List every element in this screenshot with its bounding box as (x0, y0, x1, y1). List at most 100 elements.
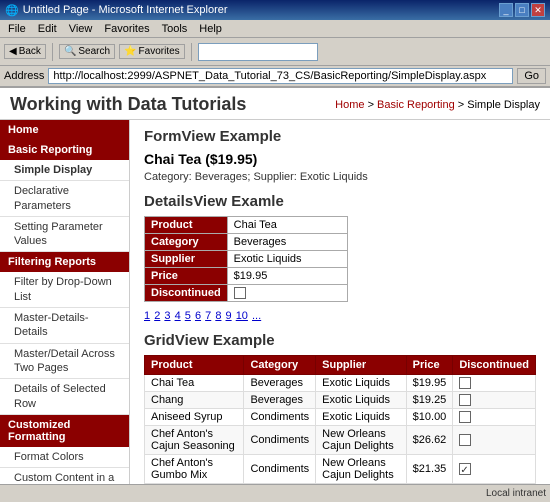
pager-link-5[interactable]: 5 (185, 310, 191, 322)
grid-supplier: New Orleans Cajun Delights (316, 455, 407, 484)
pager-link-6[interactable]: 6 (195, 310, 201, 322)
grid-category: Condiments (244, 426, 316, 455)
grid-price: $19.95 (406, 375, 453, 392)
grid-supplier: Exotic Liquids (316, 409, 407, 426)
menu-file[interactable]: File (2, 22, 32, 36)
menu-favorites[interactable]: Favorites (98, 22, 155, 36)
grid-discontinued-checkbox (459, 377, 471, 389)
details-label-supplier: Supplier (145, 251, 228, 268)
grid-price: $21.35 (406, 455, 453, 484)
grid-product: Chef Anton's Gumbo Mix (145, 455, 244, 484)
formview-title: FormView Example (144, 128, 536, 145)
grid-category: Condiments (244, 409, 316, 426)
grid-category: Beverages (244, 392, 316, 409)
menu-edit[interactable]: Edit (32, 22, 63, 36)
table-row: Price $19.95 (145, 268, 348, 285)
sidebar-section-filtering-reports[interactable]: Filtering Reports (0, 252, 129, 272)
page-title: Working with Data Tutorials (10, 94, 246, 115)
page-header: Working with Data Tutorials Home > Basic… (0, 88, 550, 120)
status-zone: Local intranet (486, 488, 546, 499)
table-row: Discontinued (145, 285, 348, 302)
maximize-button[interactable]: □ (515, 3, 529, 17)
search-input[interactable] (198, 43, 318, 61)
grid-supplier: New Orleans Cajun Delights (316, 426, 407, 455)
sidebar-item-setting-parameter-values[interactable]: Setting Parameter Values (0, 217, 129, 253)
address-bar: Address Go (0, 66, 550, 88)
sidebar-item-details-selected-row[interactable]: Details of Selected Row (0, 379, 129, 415)
menu-bar: File Edit View Favorites Tools Help (0, 20, 550, 38)
table-row: Chef Anton's Cajun Seasoning Condiments … (145, 426, 536, 455)
menu-help[interactable]: Help (193, 22, 228, 36)
details-value-product: Chai Tea (227, 217, 347, 234)
sidebar-section-basic-reporting[interactable]: Basic Reporting (0, 140, 129, 160)
sidebar-item-simple-display[interactable]: Simple Display (0, 160, 129, 181)
grid-discontinued-checkbox-checked (459, 463, 471, 475)
breadcrumb-home[interactable]: Home (335, 99, 364, 111)
breadcrumb-current: Simple Display (467, 99, 540, 111)
grid-price: $19.25 (406, 392, 453, 409)
pager-link-7[interactable]: 7 (205, 310, 211, 322)
minimize-button[interactable]: _ (499, 3, 513, 17)
grid-category: Condiments (244, 455, 316, 484)
back-button[interactable]: ◀ Back (4, 44, 46, 59)
favorites-button[interactable]: ⭐ Favorites (119, 44, 185, 59)
search-icon: 🔍 (64, 46, 76, 57)
col-header-price: Price (406, 356, 453, 375)
details-value-price: $19.95 (227, 268, 347, 285)
toolbar-separator (52, 43, 53, 61)
breadcrumb: Home > Basic Reporting > Simple Display (335, 99, 540, 111)
close-button[interactable]: ✕ (531, 3, 545, 17)
address-label: Address (4, 70, 44, 82)
table-row: Category Beverages (145, 234, 348, 251)
details-value-supplier: Exotic Liquids (227, 251, 347, 268)
gridview-title: GridView Example (144, 332, 536, 349)
pager-link-more[interactable]: ... (252, 310, 261, 322)
pager-link-8[interactable]: 8 (215, 310, 221, 322)
breadcrumb-sep2: > (458, 99, 467, 111)
details-label-discontinued: Discontinued (145, 285, 228, 302)
details-value-discontinued (227, 285, 347, 302)
window-title: Untitled Page - Microsoft Internet Explo… (23, 4, 228, 16)
sidebar: Home Basic Reporting Simple Display Decl… (0, 120, 130, 484)
sidebar-item-declarative-parameters[interactable]: Declarative Parameters (0, 181, 129, 217)
table-row: Chang Beverages Exotic Liquids $19.25 (145, 392, 536, 409)
toolbar-separator2 (191, 43, 192, 61)
pager-link-3[interactable]: 3 (164, 310, 170, 322)
breadcrumb-basic-reporting[interactable]: Basic Reporting (377, 99, 455, 111)
address-input[interactable] (48, 68, 513, 84)
go-button[interactable]: Go (517, 68, 546, 84)
detailsview-table: Product Chai Tea Category Beverages Supp… (144, 216, 348, 302)
sidebar-item-master-details[interactable]: Master-Details-Details (0, 308, 129, 344)
grid-discontinued (453, 409, 536, 426)
menu-view[interactable]: View (63, 22, 99, 36)
search-button[interactable]: 🔍 Search (59, 44, 115, 59)
grid-product: Aniseed Syrup (145, 409, 244, 426)
status-bar: Local intranet (0, 484, 550, 502)
col-header-discontinued: Discontinued (453, 356, 536, 375)
sidebar-item-master-detail-two-pages[interactable]: Master/Detail Across Two Pages (0, 344, 129, 380)
sidebar-section-home[interactable]: Home (0, 120, 129, 140)
pager-link-10[interactable]: 10 (236, 310, 248, 322)
main-content: FormView Example Chai Tea ($19.95) Categ… (130, 120, 550, 484)
pager-link-4[interactable]: 4 (175, 310, 181, 322)
col-header-product: Product (145, 356, 244, 375)
menu-tools[interactable]: Tools (156, 22, 194, 36)
pager-link-9[interactable]: 9 (226, 310, 232, 322)
grid-price: $26.62 (406, 426, 453, 455)
col-header-category: Category (244, 356, 316, 375)
pager-link-1[interactable]: 1 (144, 310, 150, 322)
grid-discontinued-checkbox (459, 394, 471, 406)
sidebar-item-format-colors[interactable]: Format Colors (0, 447, 129, 468)
grid-product: Chef Anton's Cajun Seasoning (145, 426, 244, 455)
gridview-table: Product Category Supplier Price Disconti… (144, 355, 536, 484)
gridview-header-row: Product Category Supplier Price Disconti… (145, 356, 536, 375)
col-header-supplier: Supplier (316, 356, 407, 375)
sidebar-section-customized-formatting[interactable]: Customized Formatting (0, 415, 129, 447)
detailsview-pager: 1 2 3 4 5 6 7 8 9 10 ... (144, 310, 536, 322)
sidebar-item-custom-gridview[interactable]: Custom Content in a GridView (0, 468, 129, 484)
pager-link-2[interactable]: 2 (154, 310, 160, 322)
back-icon: ◀ (9, 46, 17, 57)
title-bar: 🌐 Untitled Page - Microsoft Internet Exp… (0, 0, 550, 20)
table-row: Aniseed Syrup Condiments Exotic Liquids … (145, 409, 536, 426)
sidebar-item-filter-dropdown[interactable]: Filter by Drop-Down List (0, 272, 129, 308)
